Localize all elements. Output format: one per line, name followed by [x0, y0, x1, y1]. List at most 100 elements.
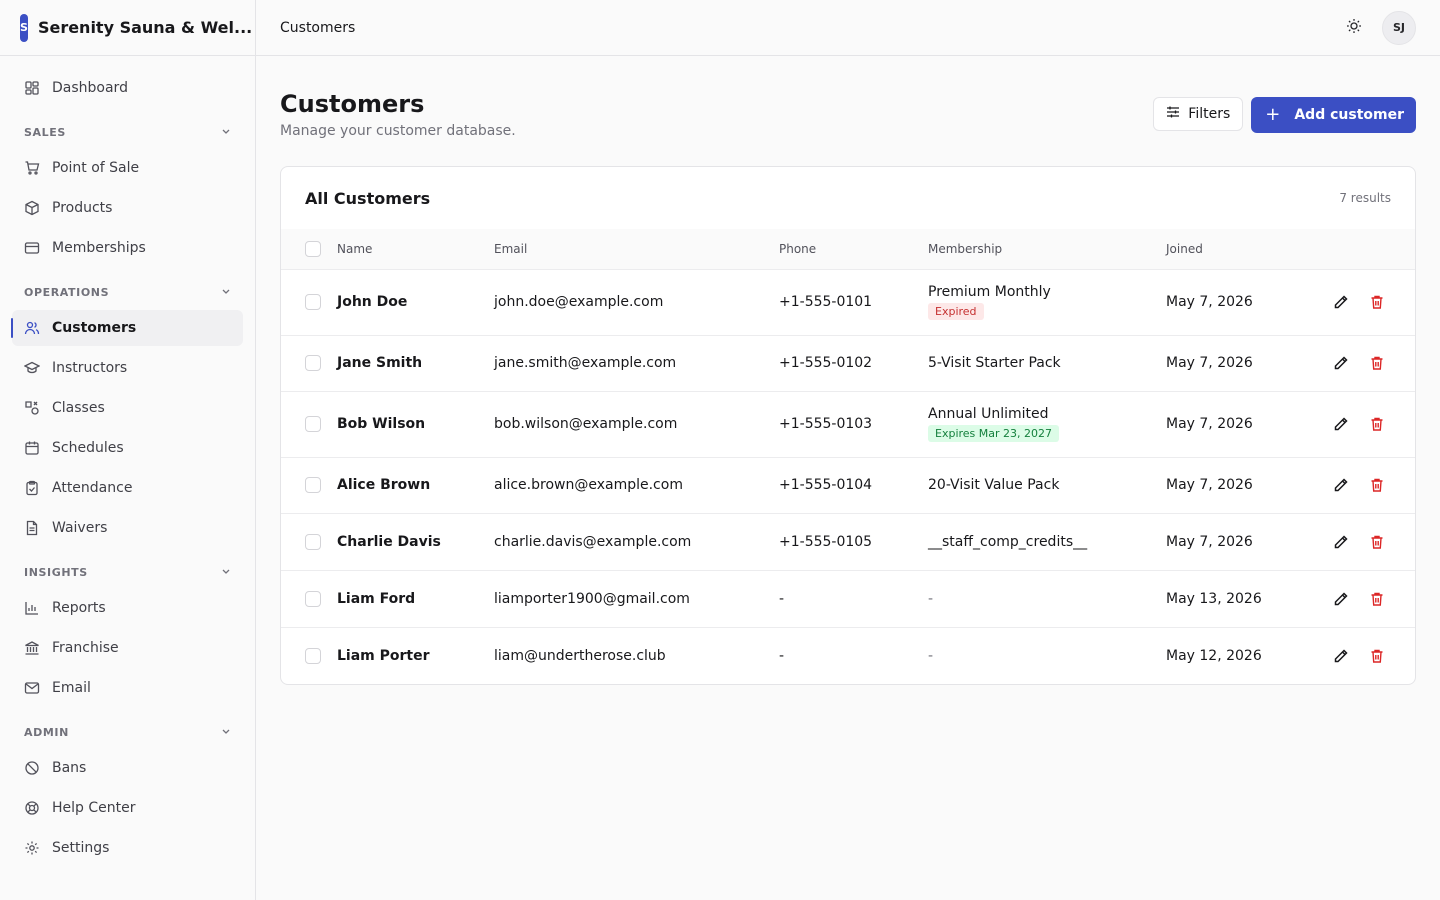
cell-name: Liam Ford	[337, 569, 494, 627]
membership-name: -	[928, 647, 934, 664]
trash-icon[interactable]	[1368, 476, 1386, 494]
table-row[interactable]: Charlie Davis charlie.davis@example.com +1…	[281, 512, 1415, 570]
sidebar-item-label: Memberships	[52, 240, 146, 256]
sidebar: S Serenity Sauna & Wel... Dashboard SALE…	[0, 0, 256, 900]
sidebar-item-instructors[interactable]: Instructors	[12, 350, 243, 386]
sidebar-item-label: Products	[52, 200, 113, 216]
table-row[interactable]: Jane Smith jane.smith@example.com +1-555-0…	[281, 334, 1415, 391]
row-checkbox[interactable]	[305, 477, 321, 493]
section-admin[interactable]: ADMIN	[12, 718, 243, 746]
cell-email: bob.wilson@example.com	[494, 390, 779, 457]
column-header-name[interactable]: Name	[337, 229, 494, 269]
row-actions	[1330, 415, 1415, 433]
cell-name: Bob Wilson	[337, 390, 494, 457]
column-header-joined[interactable]: Joined	[1166, 229, 1330, 269]
membership-name: -	[928, 590, 934, 607]
sidebar-item-products[interactable]: Products	[12, 190, 243, 226]
clipboard-check-icon	[24, 480, 40, 496]
row-actions	[1330, 476, 1415, 494]
add-customer-button[interactable]: + Add customer	[1251, 97, 1416, 133]
trash-icon[interactable]	[1368, 293, 1386, 311]
cell-phone: -	[779, 626, 928, 684]
sidebar-item-label: Schedules	[52, 440, 124, 456]
sidebar-item-help-center[interactable]: Help Center	[12, 790, 243, 826]
cell-name: Liam Porter	[337, 626, 494, 684]
sliders-icon	[1166, 105, 1180, 123]
sidebar-item-reports[interactable]: Reports	[12, 590, 243, 626]
chevron-down-icon	[221, 566, 231, 579]
edit-icon[interactable]	[1332, 476, 1350, 494]
sidebar-item-label: Point of Sale	[52, 160, 140, 176]
table-row[interactable]: Liam Ford liamporter1900@gmail.com - - May 1…	[281, 569, 1415, 627]
table-row[interactable]: John Doe john.doe@example.com +1-555-0101 P…	[281, 268, 1415, 335]
sidebar-item-attendance[interactable]: Attendance	[12, 470, 243, 506]
card-icon	[24, 240, 40, 256]
filters-button[interactable]: Filters	[1153, 97, 1244, 131]
column-header-email[interactable]: Email	[494, 229, 779, 269]
trash-icon[interactable]	[1368, 415, 1386, 433]
table-row[interactable]: Alice Brown alice.brown@example.com +1-555…	[281, 456, 1415, 513]
sidebar-item-franchise[interactable]: Franchise	[12, 630, 243, 666]
edit-icon[interactable]	[1332, 415, 1350, 433]
edit-icon[interactable]	[1332, 647, 1350, 665]
cell-phone: -	[779, 569, 928, 627]
section-sales[interactable]: SALES	[12, 118, 243, 146]
sidebar-item-label: Email	[52, 680, 91, 696]
sidebar-item-settings[interactable]: Settings	[12, 830, 243, 866]
sidebar-item-schedules[interactable]: Schedules	[12, 430, 243, 466]
graduation-cap-icon	[24, 360, 40, 376]
cell-name: Jane Smith	[337, 334, 494, 391]
sidebar-item-point-of-sale[interactable]: Point of Sale	[12, 150, 243, 186]
row-checkbox[interactable]	[305, 533, 321, 550]
life-buoy-icon	[24, 800, 40, 816]
topbar: Customers SJ	[256, 0, 1440, 56]
membership-name: 5-Visit Starter Pack	[928, 355, 1061, 371]
sidebar-nav: Dashboard SALES Point of Sale Products M…	[0, 56, 255, 866]
sidebar-item-waivers[interactable]: Waivers	[12, 510, 243, 546]
results-count: 7 results	[1339, 191, 1391, 205]
trash-icon[interactable]	[1368, 647, 1386, 665]
table-row[interactable]: Liam Porter liam@undertherose.club - - May 1…	[281, 626, 1415, 684]
row-actions	[1330, 590, 1415, 608]
sidebar-item-email[interactable]: Email	[12, 670, 243, 706]
brand[interactable]: S Serenity Sauna & Wel...	[0, 0, 255, 56]
edit-icon[interactable]	[1332, 293, 1350, 311]
sidebar-item-customers[interactable]: Customers	[11, 310, 243, 346]
table-row[interactable]: Bob Wilson bob.wilson@example.com +1-555-0…	[281, 390, 1415, 457]
section-operations[interactable]: OPERATIONS	[12, 278, 243, 306]
row-checkbox[interactable]	[305, 294, 321, 310]
row-actions	[1330, 293, 1415, 311]
trash-icon[interactable]	[1368, 354, 1386, 372]
theme-toggle-button[interactable]	[1340, 14, 1368, 42]
edit-icon[interactable]	[1332, 533, 1350, 551]
trash-icon[interactable]	[1368, 533, 1386, 551]
sidebar-item-memberships[interactable]: Memberships	[12, 230, 243, 266]
avatar[interactable]: SJ	[1382, 10, 1416, 45]
card-header: All Customers 7 results	[281, 167, 1415, 229]
row-checkbox[interactable]	[305, 355, 321, 371]
cell-membership: 20-Visit Value Pack	[928, 456, 1166, 513]
sidebar-item-dashboard[interactable]: Dashboard	[12, 70, 243, 106]
edit-icon[interactable]	[1332, 354, 1350, 372]
cell-joined: May 7, 2026	[1166, 456, 1330, 513]
column-header-membership[interactable]: Membership	[928, 229, 1166, 269]
cell-name: John Doe	[337, 268, 494, 335]
column-header-phone[interactable]: Phone	[779, 229, 928, 269]
row-checkbox[interactable]	[305, 590, 321, 607]
topbar-actions: SJ	[1340, 10, 1416, 45]
sidebar-item-classes[interactable]: Classes	[12, 390, 243, 426]
row-checkbox[interactable]	[305, 416, 321, 432]
select-all-checkbox[interactable]	[305, 240, 321, 257]
sidebar-item-label: Waivers	[52, 520, 108, 536]
cell-phone: +1-555-0103	[779, 390, 928, 457]
row-checkbox[interactable]	[305, 647, 321, 664]
trash-icon[interactable]	[1368, 590, 1386, 608]
sidebar-item-bans[interactable]: Bans	[12, 750, 243, 786]
edit-icon[interactable]	[1332, 590, 1350, 608]
brand-logo: S	[20, 13, 28, 42]
row-actions	[1330, 533, 1415, 551]
section-label: SALES	[24, 125, 66, 139]
dashboard-icon	[24, 80, 40, 96]
section-insights[interactable]: INSIGHTS	[12, 558, 243, 586]
breadcrumb: Customers	[280, 19, 356, 36]
